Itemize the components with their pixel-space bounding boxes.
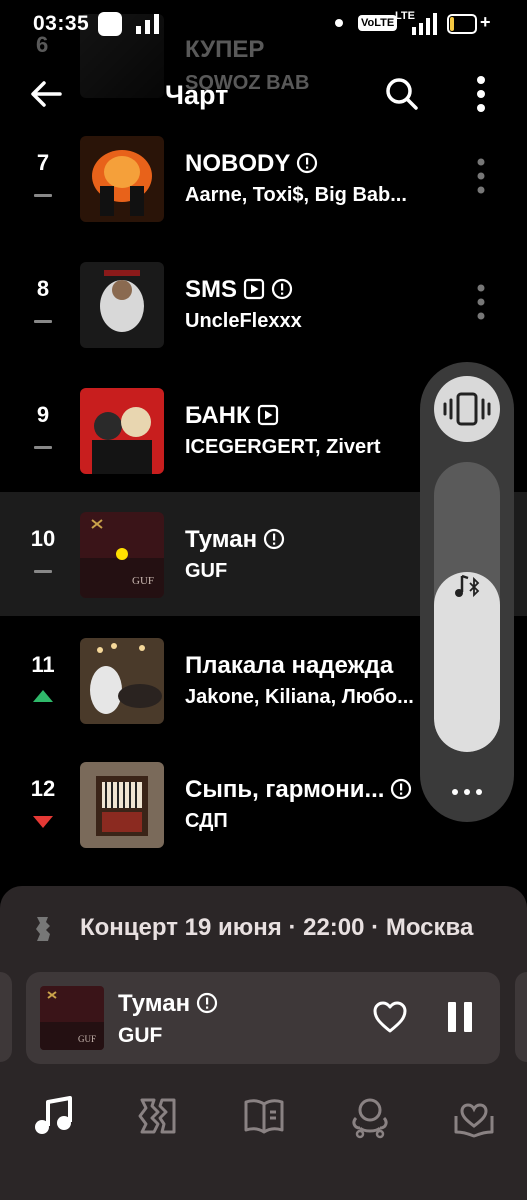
track-artist: СДП bbox=[185, 810, 228, 832]
track-cover bbox=[80, 262, 164, 348]
mini-player-prev-card[interactable] bbox=[0, 972, 12, 1062]
heart-collection-icon[interactable] bbox=[450, 1092, 498, 1140]
kids-icon[interactable] bbox=[346, 1092, 394, 1140]
explicit-icon bbox=[391, 778, 412, 800]
arrow-left-icon[interactable] bbox=[26, 74, 66, 114]
volume-slider[interactable] bbox=[434, 462, 500, 752]
svg-text:GUF: GUF bbox=[78, 1034, 96, 1044]
mini-player-cover: GUF bbox=[40, 986, 104, 1050]
network-activity-icon bbox=[136, 14, 159, 34]
track-title: Туман bbox=[185, 526, 285, 554]
mini-player-area: GUF Туман GUF bbox=[0, 966, 527, 1076]
track-artist: GUF bbox=[185, 560, 228, 582]
track-cover bbox=[80, 638, 164, 724]
app-header: Чарт bbox=[0, 60, 527, 130]
track-position: 12 bbox=[30, 776, 56, 801]
more-vertical-icon[interactable] bbox=[470, 282, 492, 322]
track-artist: ICEGERGERT, Zivert bbox=[185, 436, 381, 458]
track-artist: Jakone, Kiliana, Любо... bbox=[185, 686, 414, 708]
concert-text: Концерт 19 июня · 22:00 · Москва bbox=[80, 914, 474, 941]
track-title: Сыпь, гармони... bbox=[185, 776, 412, 804]
explicit-icon bbox=[263, 528, 285, 550]
music-note-icon[interactable] bbox=[30, 1092, 78, 1140]
trend-down-icon bbox=[33, 816, 53, 828]
mini-player[interactable]: GUF Туман GUF bbox=[26, 972, 500, 1064]
bottom-navigation bbox=[0, 1076, 527, 1200]
track-position: 11 bbox=[31, 652, 55, 677]
concert-banner[interactable]: Концерт 19 июня · 22:00 · Москва bbox=[0, 886, 527, 972]
pause-icon[interactable] bbox=[446, 1000, 474, 1034]
video-icon bbox=[257, 404, 278, 426]
explicit-icon bbox=[196, 992, 218, 1014]
heart-icon[interactable] bbox=[372, 1000, 408, 1034]
mini-player-title: Туман bbox=[118, 990, 218, 1018]
track-position: 10 bbox=[30, 526, 56, 551]
trend-same-icon bbox=[34, 194, 52, 197]
status-bar: 03:35 VoLTE LTE 17 + bbox=[0, 0, 527, 52]
svg-text:GUF: GUF bbox=[132, 575, 154, 587]
signal-icon bbox=[412, 13, 437, 35]
track-cover bbox=[80, 136, 164, 222]
track-position: 8 bbox=[36, 276, 50, 301]
battery-level: 17 bbox=[454, 16, 470, 31]
ringer-mode-button[interactable] bbox=[434, 376, 500, 442]
page-title: Чарт bbox=[165, 80, 229, 110]
track-position: 7 bbox=[36, 150, 50, 175]
volume-panel bbox=[420, 362, 514, 822]
track-artist: Aarne, Toxi$, Big Bab... bbox=[185, 184, 407, 206]
more-vertical-icon[interactable] bbox=[470, 156, 492, 196]
more-vertical-icon[interactable] bbox=[466, 72, 496, 116]
book-icon[interactable] bbox=[240, 1092, 288, 1140]
battery-icon: 17 bbox=[447, 14, 477, 34]
volte-badge: VoLTE bbox=[358, 15, 398, 31]
app-notification-icon bbox=[98, 12, 122, 36]
ticket-icon bbox=[36, 917, 50, 941]
trend-up-icon bbox=[33, 690, 53, 702]
track-cover bbox=[80, 762, 164, 848]
explicit-icon bbox=[297, 152, 318, 174]
track-position: 9 bbox=[36, 402, 50, 427]
list-item[interactable]: 7 NOBODY Aarne, Toxi$, Big Bab... bbox=[0, 136, 527, 260]
status-time: 03:35 bbox=[33, 12, 90, 35]
bluetooth-music-icon bbox=[455, 574, 480, 598]
track-title: БАНК bbox=[185, 402, 279, 430]
trend-same-icon bbox=[34, 320, 52, 323]
map-icon[interactable] bbox=[134, 1092, 182, 1140]
track-title: Плакала надежда bbox=[185, 652, 394, 679]
mini-player-next-card[interactable] bbox=[515, 972, 527, 1062]
search-icon[interactable] bbox=[382, 74, 422, 114]
explicit-icon bbox=[271, 278, 293, 300]
video-icon bbox=[243, 278, 265, 300]
vibrate-icon bbox=[443, 392, 491, 426]
track-cover: GUF bbox=[80, 512, 164, 598]
charging-indicator: + bbox=[480, 12, 491, 32]
trend-same-icon bbox=[34, 570, 52, 573]
track-title: NOBODY bbox=[185, 150, 318, 178]
trend-same-icon bbox=[34, 446, 52, 449]
track-cover bbox=[80, 388, 164, 474]
track-artist: UncleFlexxx bbox=[185, 310, 302, 332]
track-title: SMS bbox=[185, 276, 293, 304]
notification-dot-icon bbox=[335, 19, 343, 27]
more-horizontal-icon[interactable] bbox=[448, 782, 486, 802]
mini-player-artist: GUF bbox=[118, 1024, 163, 1047]
